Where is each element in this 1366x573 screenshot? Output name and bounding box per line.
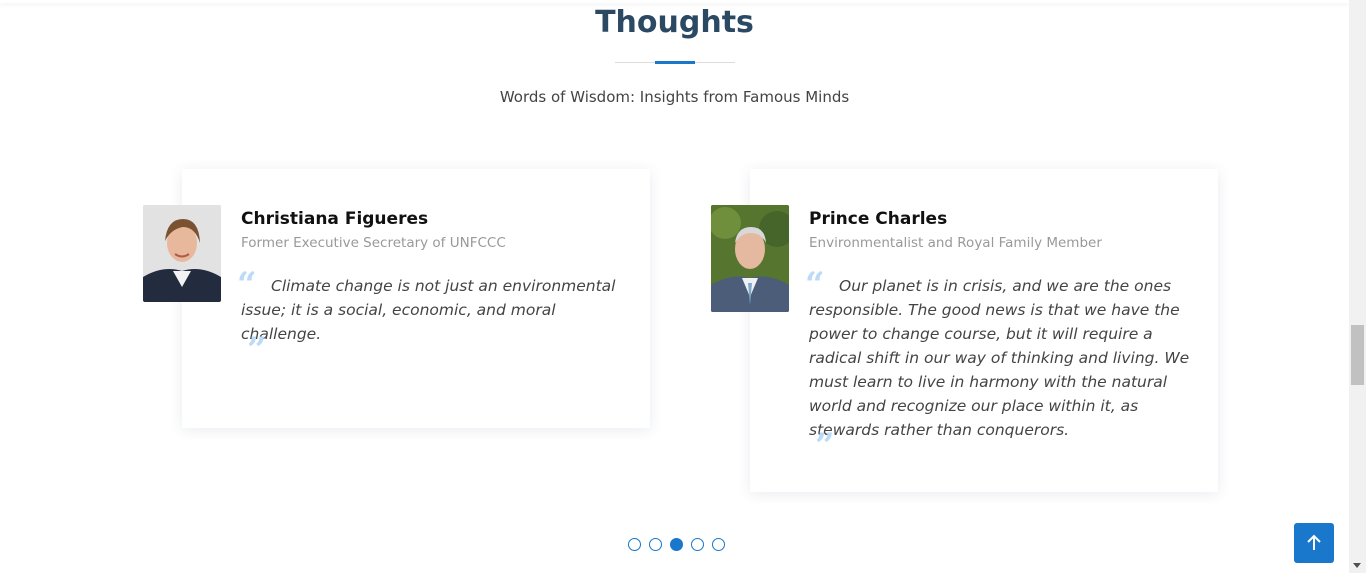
quote-right-icon: ” — [815, 426, 835, 466]
scroll-down-arrow[interactable] — [1353, 563, 1361, 568]
section-subtitle: Words of Wisdom: Insights from Famous Mi… — [499, 88, 850, 106]
testimonial-role: Environmentalist and Royal Family Member — [809, 235, 1102, 251]
scrollbar-track[interactable] — [1349, 0, 1366, 573]
pagination-dot[interactable] — [649, 538, 662, 551]
section-title: Thoughts — [595, 5, 754, 40]
page: Thoughts Words of Wisdom: Insights from … — [0, 0, 1366, 573]
testimonial-role: Former Executive Secretary of UNFCCC — [241, 235, 506, 251]
quote-right-icon: ” — [247, 330, 267, 370]
pagination-dot[interactable] — [691, 538, 704, 551]
testimonial-name: Prince Charles — [809, 209, 948, 229]
header-shadow — [0, 0, 1349, 3]
testimonial-quote: Climate change is not just an environmen… — [241, 277, 616, 343]
avatar — [711, 205, 789, 312]
pagination-dot[interactable] — [628, 538, 641, 551]
arrow-up-icon — [1307, 534, 1321, 550]
testimonial-quote: Our planet is in crisis, and we are the … — [809, 277, 1190, 439]
title-divider-accent — [655, 61, 695, 64]
pagination-dot[interactable] — [712, 538, 725, 551]
back-to-top-button[interactable] — [1294, 523, 1334, 563]
scrollbar-thumb[interactable] — [1351, 325, 1364, 385]
pagination-dot[interactable] — [670, 538, 683, 551]
avatar — [143, 205, 221, 302]
testimonial-name: Christiana Figueres — [241, 209, 429, 229]
carousel-pagination — [628, 538, 725, 551]
